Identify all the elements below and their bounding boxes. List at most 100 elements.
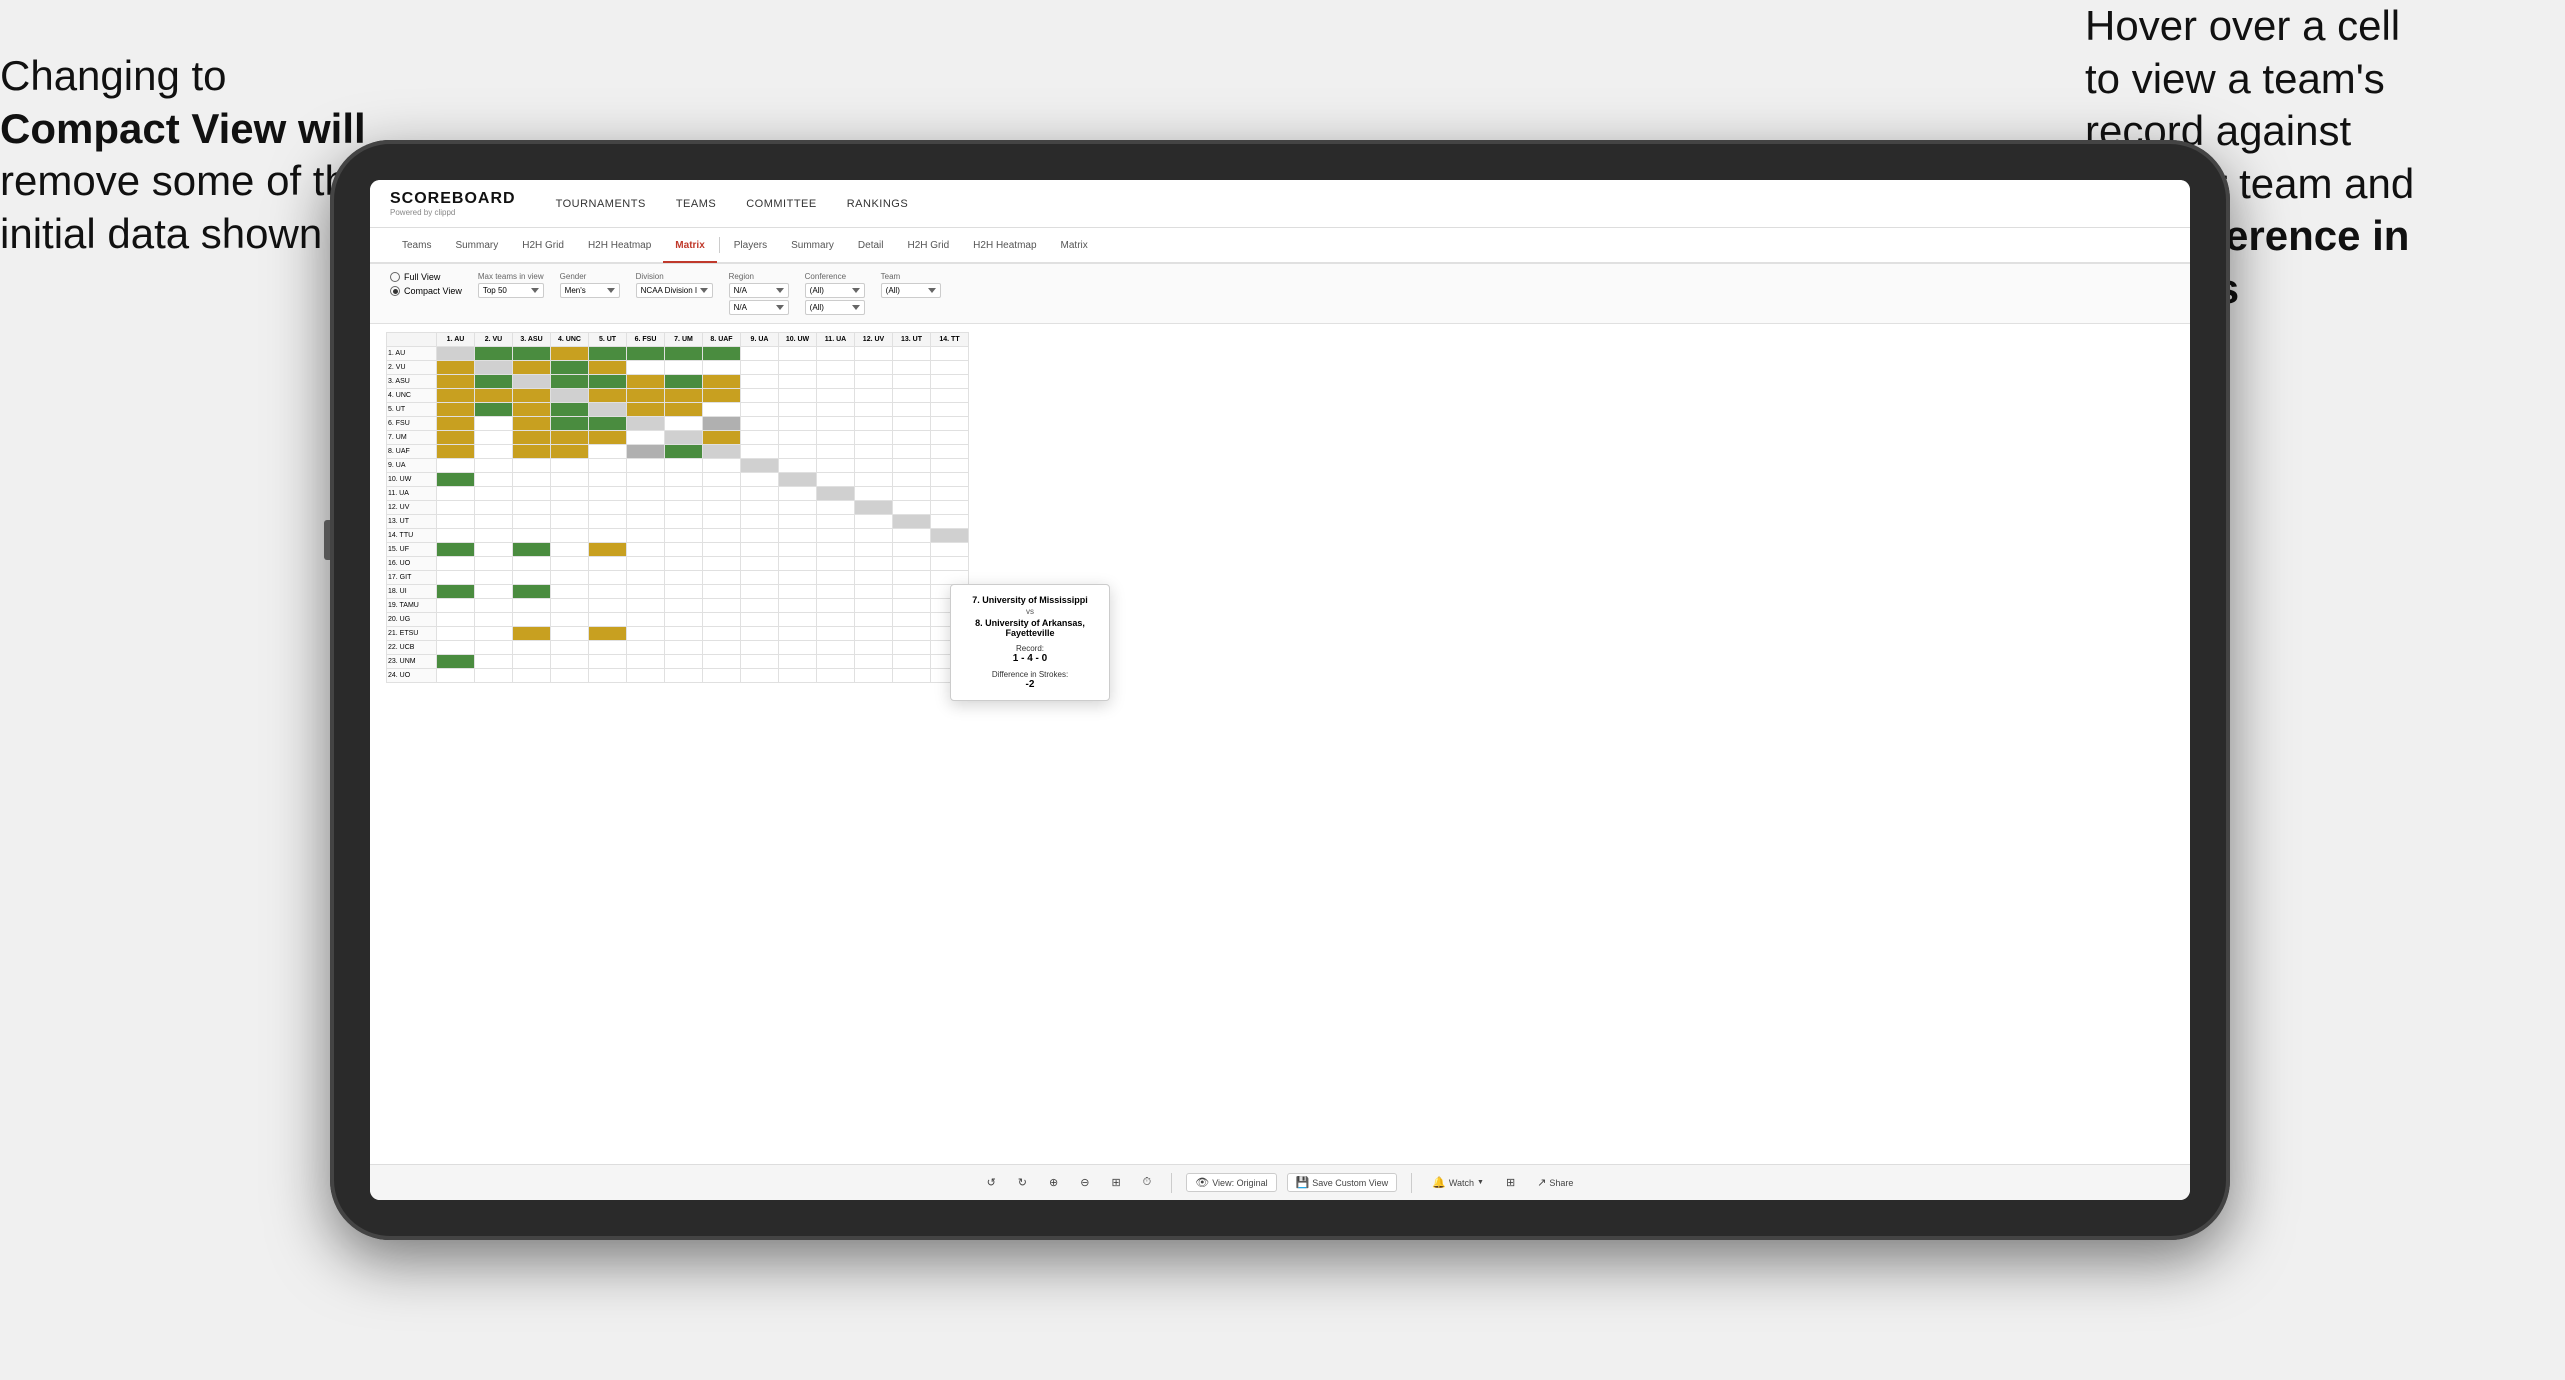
matrix-cell[interactable] bbox=[475, 529, 513, 543]
matrix-cell[interactable] bbox=[741, 487, 779, 501]
matrix-cell[interactable] bbox=[817, 501, 855, 515]
matrix-cell[interactable] bbox=[855, 389, 893, 403]
matrix-cell[interactable] bbox=[893, 473, 931, 487]
watch-btn[interactable]: 🔔 Watch ▼ bbox=[1426, 1174, 1490, 1191]
tab-summary2[interactable]: Summary bbox=[779, 229, 846, 263]
matrix-cell[interactable] bbox=[741, 655, 779, 669]
matrix-cell[interactable] bbox=[475, 361, 513, 375]
matrix-cell[interactable] bbox=[703, 571, 741, 585]
matrix-cell[interactable] bbox=[703, 361, 741, 375]
matrix-cell[interactable] bbox=[893, 417, 931, 431]
tool4-btn[interactable]: ⊖ bbox=[1074, 1174, 1095, 1191]
matrix-cell[interactable] bbox=[627, 627, 665, 641]
matrix-cell[interactable] bbox=[779, 473, 817, 487]
matrix-cell[interactable] bbox=[589, 375, 627, 389]
matrix-cell[interactable] bbox=[817, 655, 855, 669]
matrix-cell[interactable] bbox=[627, 389, 665, 403]
matrix-cell[interactable] bbox=[627, 543, 665, 557]
matrix-cell[interactable] bbox=[475, 431, 513, 445]
matrix-cell[interactable] bbox=[513, 669, 551, 683]
matrix-cell[interactable] bbox=[589, 585, 627, 599]
matrix-cell[interactable] bbox=[475, 375, 513, 389]
matrix-cell[interactable] bbox=[855, 417, 893, 431]
matrix-cell[interactable] bbox=[589, 459, 627, 473]
matrix-cell[interactable] bbox=[513, 445, 551, 459]
matrix-cell[interactable] bbox=[627, 431, 665, 445]
matrix-cell[interactable] bbox=[779, 557, 817, 571]
matrix-cell[interactable] bbox=[779, 431, 817, 445]
matrix-cell[interactable] bbox=[513, 571, 551, 585]
matrix-cell[interactable] bbox=[513, 431, 551, 445]
grid-btn[interactable]: ⊞ bbox=[1500, 1174, 1521, 1191]
matrix-cell[interactable] bbox=[703, 459, 741, 473]
tab-players[interactable]: Players bbox=[722, 229, 779, 263]
matrix-cell[interactable] bbox=[855, 585, 893, 599]
matrix-cell[interactable] bbox=[893, 557, 931, 571]
matrix-cell[interactable] bbox=[627, 529, 665, 543]
matrix-cell[interactable] bbox=[475, 641, 513, 655]
matrix-cell[interactable] bbox=[817, 669, 855, 683]
matrix-cell[interactable] bbox=[893, 655, 931, 669]
matrix-cell[interactable] bbox=[779, 529, 817, 543]
matrix-cell[interactable] bbox=[855, 487, 893, 501]
matrix-cell[interactable] bbox=[817, 487, 855, 501]
undo-btn[interactable]: ↺ bbox=[981, 1174, 1002, 1191]
matrix-cell[interactable] bbox=[475, 627, 513, 641]
matrix-cell[interactable] bbox=[779, 627, 817, 641]
matrix-cell[interactable] bbox=[627, 347, 665, 361]
matrix-cell[interactable] bbox=[589, 347, 627, 361]
view-original-btn[interactable]: 👁 View: Original bbox=[1186, 1173, 1276, 1192]
matrix-cell[interactable] bbox=[551, 361, 589, 375]
matrix-cell[interactable] bbox=[475, 613, 513, 627]
region-select2[interactable]: N/A bbox=[729, 300, 789, 315]
matrix-cell[interactable] bbox=[513, 641, 551, 655]
matrix-cell[interactable] bbox=[551, 627, 589, 641]
tab-matrix2[interactable]: Matrix bbox=[1049, 229, 1100, 263]
matrix-cell[interactable] bbox=[741, 557, 779, 571]
matrix-cell[interactable] bbox=[513, 361, 551, 375]
save-custom-btn[interactable]: 💾 Save Custom View bbox=[1287, 1173, 1398, 1192]
matrix-cell[interactable] bbox=[475, 515, 513, 529]
matrix-cell[interactable] bbox=[513, 403, 551, 417]
matrix-cell[interactable] bbox=[741, 669, 779, 683]
matrix-cell[interactable] bbox=[703, 669, 741, 683]
matrix-cell[interactable] bbox=[665, 655, 703, 669]
matrix-cell[interactable] bbox=[703, 641, 741, 655]
matrix-cell[interactable] bbox=[437, 389, 475, 403]
matrix-cell[interactable] bbox=[475, 473, 513, 487]
matrix-cell[interactable] bbox=[437, 599, 475, 613]
matrix-cell[interactable] bbox=[931, 543, 969, 557]
matrix-cell[interactable] bbox=[931, 347, 969, 361]
matrix-cell[interactable] bbox=[703, 389, 741, 403]
matrix-cell[interactable] bbox=[703, 473, 741, 487]
matrix-cell[interactable] bbox=[931, 515, 969, 529]
matrix-cell[interactable] bbox=[855, 571, 893, 585]
matrix-cell[interactable] bbox=[817, 599, 855, 613]
matrix-cell[interactable] bbox=[817, 445, 855, 459]
matrix-cell[interactable] bbox=[627, 655, 665, 669]
matrix-cell[interactable] bbox=[475, 543, 513, 557]
matrix-cell[interactable] bbox=[627, 515, 665, 529]
matrix-cell[interactable] bbox=[475, 599, 513, 613]
matrix-cell[interactable] bbox=[513, 543, 551, 557]
matrix-cell[interactable] bbox=[627, 641, 665, 655]
matrix-cell[interactable] bbox=[551, 515, 589, 529]
matrix-cell[interactable] bbox=[665, 627, 703, 641]
matrix-cell[interactable] bbox=[513, 473, 551, 487]
matrix-cell[interactable] bbox=[475, 347, 513, 361]
matrix-cell[interactable] bbox=[931, 431, 969, 445]
matrix-cell[interactable] bbox=[931, 417, 969, 431]
matrix-cell[interactable] bbox=[817, 403, 855, 417]
matrix-cell[interactable] bbox=[741, 613, 779, 627]
matrix-cell[interactable] bbox=[779, 599, 817, 613]
matrix-cell[interactable] bbox=[817, 613, 855, 627]
matrix-cell[interactable] bbox=[551, 417, 589, 431]
nav-teams[interactable]: TEAMS bbox=[676, 198, 716, 210]
matrix-cell[interactable] bbox=[741, 445, 779, 459]
matrix-cell[interactable] bbox=[931, 501, 969, 515]
matrix-cell[interactable] bbox=[589, 361, 627, 375]
conference-select2[interactable]: (All) bbox=[805, 300, 865, 315]
matrix-cell[interactable] bbox=[475, 501, 513, 515]
matrix-cell[interactable] bbox=[513, 585, 551, 599]
share-btn[interactable]: ↗ Share bbox=[1531, 1174, 1579, 1191]
